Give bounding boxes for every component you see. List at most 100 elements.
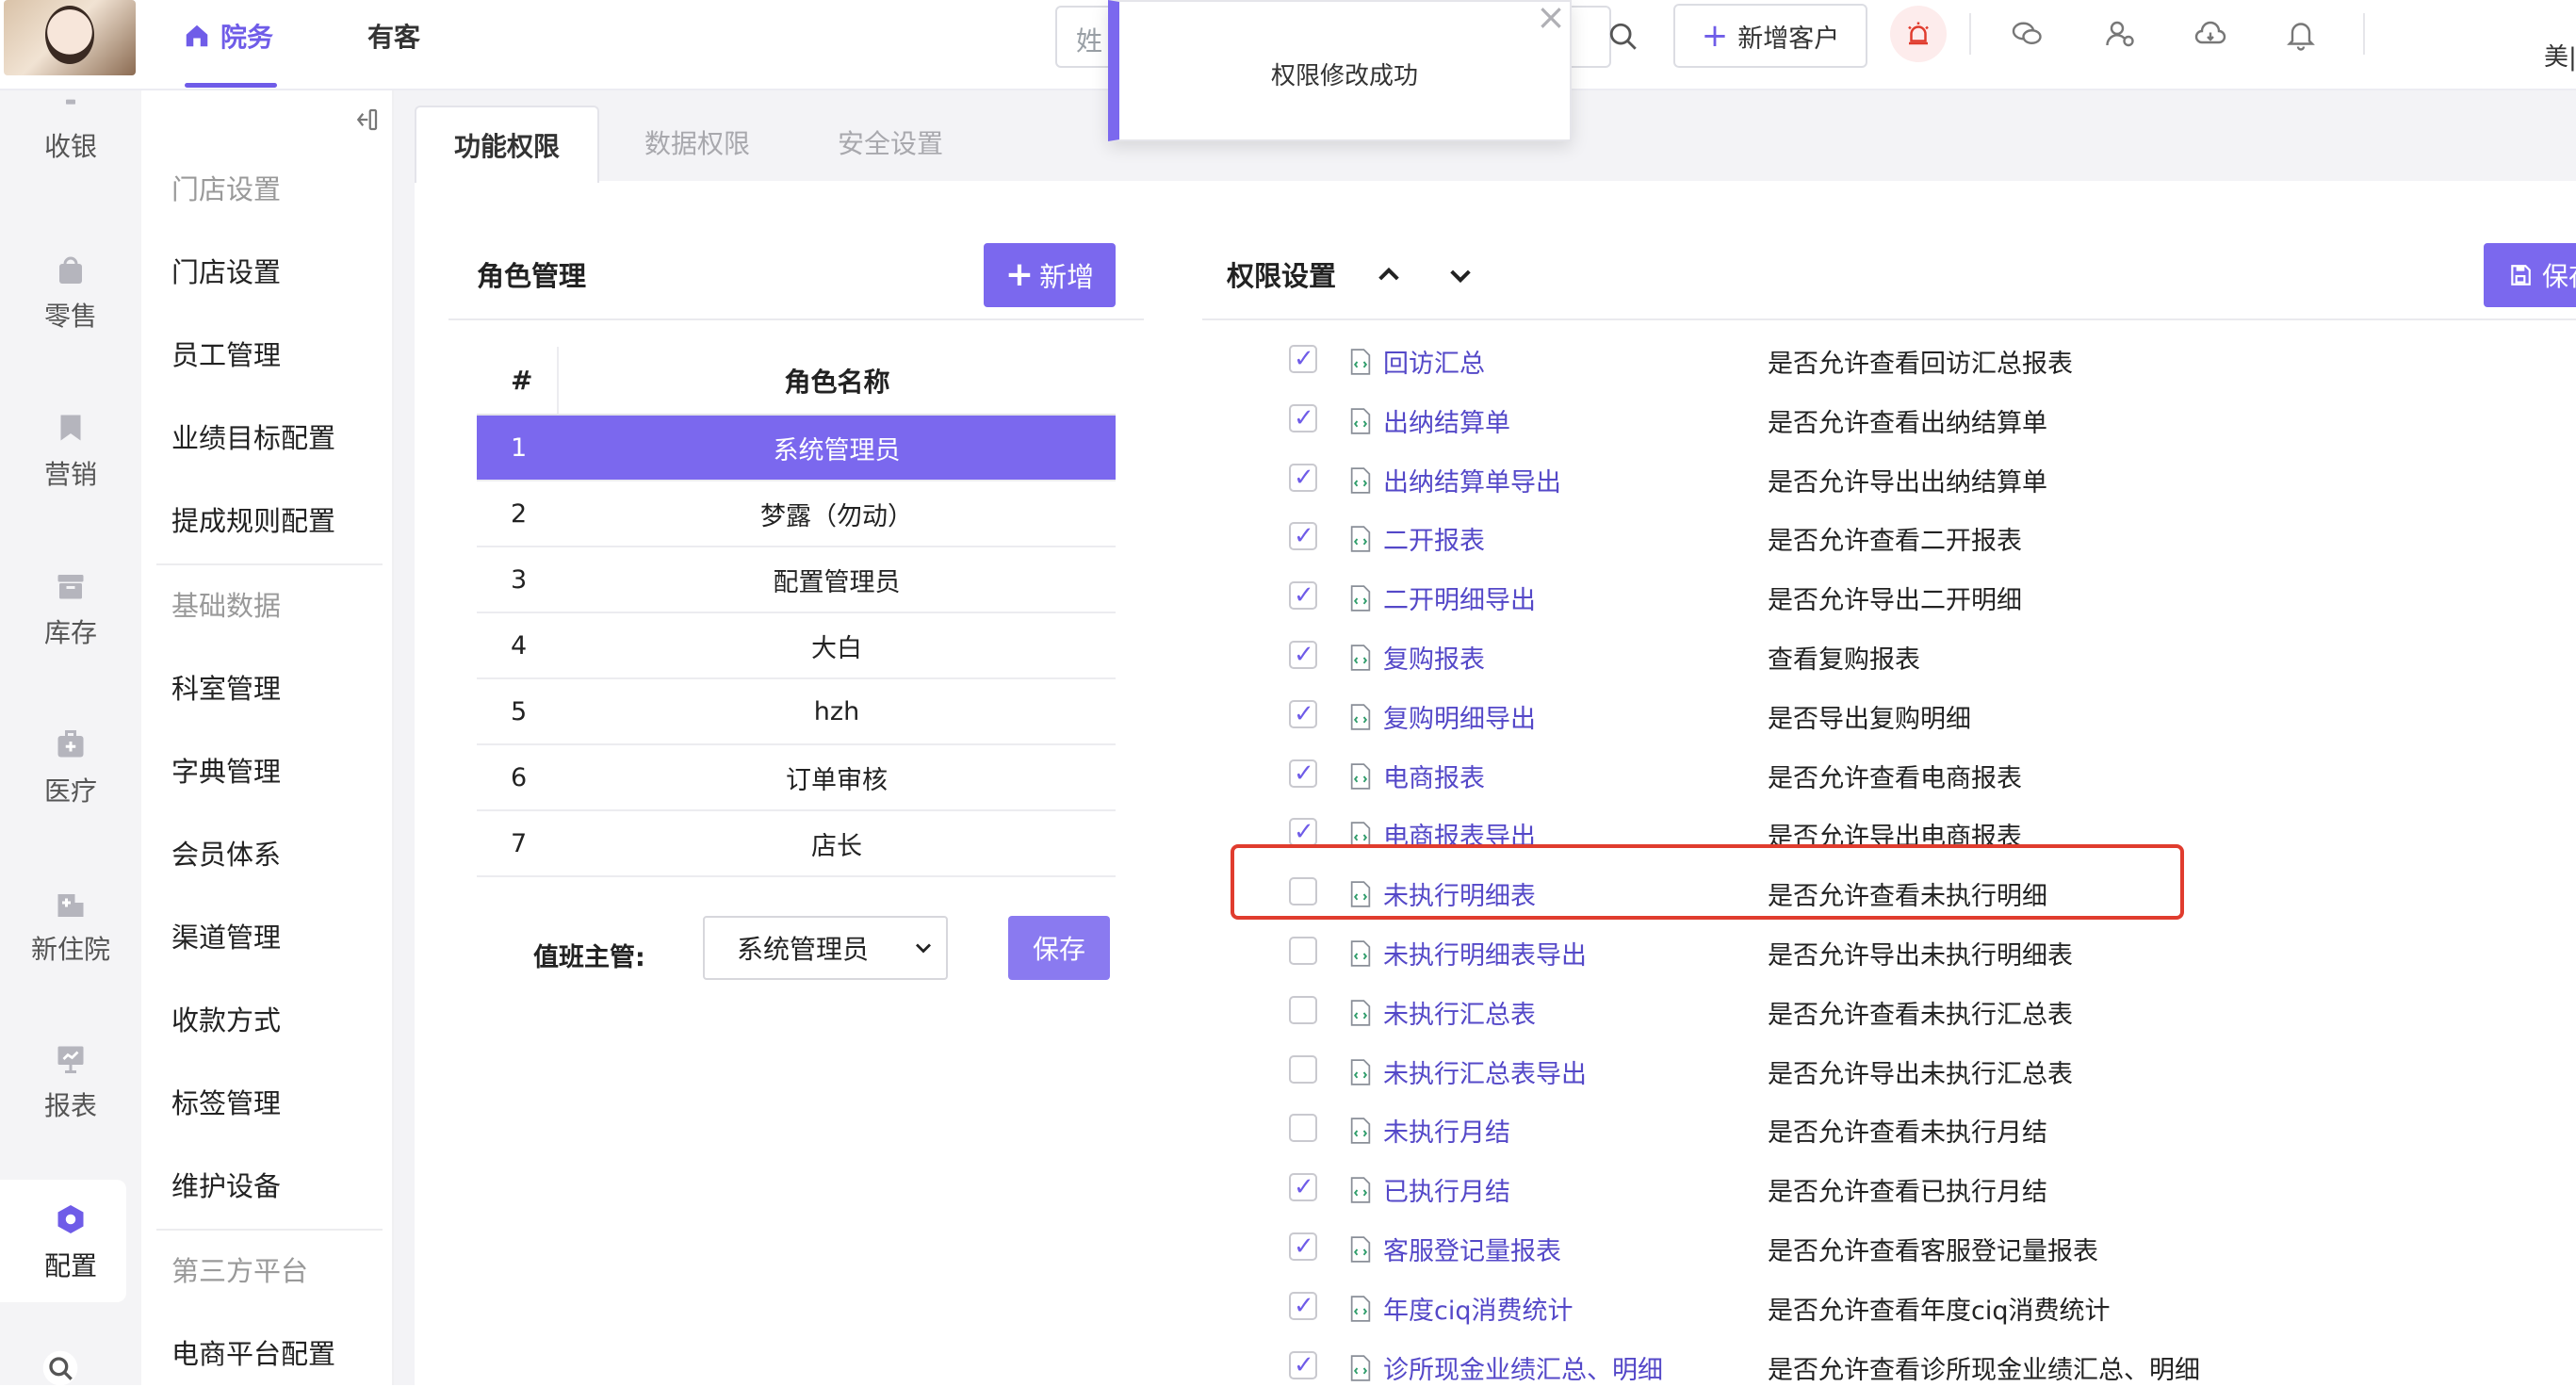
rail-item-config[interactable]: 配置: [0, 1202, 141, 1283]
permission-name[interactable]: 电商报表: [1383, 758, 1485, 794]
permission-checkbox[interactable]: ✓: [1289, 759, 1317, 788]
permission-name[interactable]: 出纳结算单: [1383, 402, 1510, 439]
permission-checkbox[interactable]: ✓: [1289, 403, 1317, 432]
checkmark-icon: ✓: [1294, 641, 1314, 669]
tab-security-settings[interactable]: 安全设置: [791, 104, 989, 181]
add-role-button[interactable]: + 新增: [984, 243, 1116, 307]
submenu-item-staff[interactable]: 员工管理: [171, 334, 281, 373]
rail-item-inventory[interactable]: 库存: [0, 569, 141, 650]
role-row[interactable]: 1 系统管理员: [477, 415, 1116, 481]
permission-checkbox[interactable]: ✓: [1289, 581, 1317, 611]
role-name: 配置管理员: [558, 547, 1116, 613]
permission-checkbox[interactable]: ✓: [1289, 641, 1317, 669]
permission-description: 是否允许导出二开明细: [1768, 586, 2022, 616]
submenu-item-commission[interactable]: 提成规则配置: [171, 499, 335, 539]
permission-name[interactable]: 未执行明细表导出: [1383, 935, 1587, 971]
permission-name[interactable]: 已执行月结: [1383, 1171, 1510, 1208]
permission-checkbox[interactable]: ✓: [1289, 522, 1317, 551]
collapse-sidebar-icon[interactable]: [352, 106, 381, 134]
home-icon: [186, 24, 208, 47]
tab-function-permissions[interactable]: 功能权限: [415, 106, 599, 183]
permission-checkbox[interactable]: ✓: [1289, 1173, 1317, 1202]
submenu-item-devices[interactable]: 维护设备: [171, 1165, 281, 1204]
permission-description: 是否允许导出未执行明细表: [1768, 941, 2073, 971]
submenu-item-departments[interactable]: 科室管理: [171, 667, 281, 707]
submenu-item-ecommerce[interactable]: 电商平台配置: [171, 1332, 335, 1372]
submenu-item-dictionary[interactable]: 字典管理: [171, 750, 281, 790]
checkmark-icon: ✓: [1294, 345, 1314, 373]
plus-icon: +: [1004, 255, 1035, 294]
role-row[interactable]: 4 大白: [477, 612, 1116, 679]
document-icon: [1350, 645, 1371, 671]
chevron-down-icon[interactable]: [1445, 260, 1475, 290]
submenu-item-membership[interactable]: 会员体系: [171, 833, 281, 873]
rail-item-inpatient[interactable]: 新住院: [0, 886, 141, 967]
bookmark-icon: [60, 415, 81, 441]
nav-tab-youke[interactable]: 有客: [367, 17, 420, 55]
rail-item-cashier[interactable]: 收银: [0, 98, 141, 164]
checkmark-icon: ✓: [1294, 1350, 1314, 1379]
permission-save-button[interactable]: 保存: [2484, 243, 2576, 307]
permission-description: 是否允许查看回访汇总报表: [1768, 350, 2073, 379]
role-row[interactable]: 7 店长: [477, 810, 1116, 877]
permission-checkbox[interactable]: [1289, 1114, 1317, 1143]
permission-name[interactable]: 回访汇总: [1383, 343, 1485, 380]
permission-checkbox[interactable]: ✓: [1289, 699, 1317, 728]
submenu-item-channels[interactable]: 渠道管理: [171, 916, 281, 955]
permission-checkbox[interactable]: ✓: [1289, 463, 1317, 492]
permission-checkbox[interactable]: ✓: [1289, 1350, 1317, 1379]
user-settings-icon[interactable]: [2103, 17, 2137, 51]
wechat-icon[interactable]: [2011, 17, 2045, 51]
add-customer-button[interactable]: + 新增客户: [1673, 4, 1867, 68]
permission-checkbox[interactable]: ✓: [1289, 345, 1317, 373]
permission-name[interactable]: 二开明细导出: [1383, 579, 1536, 616]
permission-checkbox[interactable]: [1289, 1054, 1317, 1084]
role-row[interactable]: 3 配置管理员: [477, 547, 1116, 613]
tab-data-permissions[interactable]: 数据权限: [603, 104, 791, 181]
permission-name[interactable]: 诊所现金业绩汇总、明细: [1383, 1349, 1663, 1386]
permission-name[interactable]: 未执行汇总表导出: [1383, 1053, 1587, 1090]
bell-icon[interactable]: [2284, 17, 2318, 51]
document-icon: [1350, 466, 1371, 494]
rail-item-reports[interactable]: 报表: [0, 1042, 141, 1123]
role-row[interactable]: 2 梦露（勿动）: [477, 481, 1116, 547]
permission-checkbox[interactable]: ✓: [1289, 1291, 1317, 1320]
permission-checkbox[interactable]: ✓: [1289, 818, 1317, 847]
permission-checkbox[interactable]: ✓: [1289, 1232, 1317, 1261]
permission-name[interactable]: 复购明细导出: [1383, 698, 1536, 735]
plus-icon: +: [1701, 17, 1729, 55]
permission-name[interactable]: 出纳结算单导出: [1383, 462, 1561, 498]
user-avatar[interactable]: [4, 0, 136, 75]
user-name[interactable]: 美|: [2544, 38, 2576, 73]
permission-name[interactable]: 客服登记量报表: [1383, 1231, 1561, 1267]
permission-name[interactable]: 复购报表: [1383, 639, 1485, 676]
chevron-up-icon[interactable]: [1374, 260, 1404, 290]
permission-checkbox[interactable]: [1289, 995, 1317, 1024]
search-icon[interactable]: [41, 1349, 79, 1387]
permission-name[interactable]: 未执行月结: [1383, 1112, 1510, 1149]
submenu-item-payment[interactable]: 收款方式: [171, 999, 281, 1038]
hospital-icon: [57, 894, 84, 917]
alarm-button[interactable]: [1890, 6, 1947, 62]
submenu-item-store-settings[interactable]: 门店设置: [171, 251, 281, 290]
cashier-icon: [66, 99, 75, 105]
search-icon[interactable]: [1607, 21, 1639, 53]
nav-tab-yuanwu[interactable]: 院务: [183, 17, 273, 55]
active-tab-indicator: [185, 83, 277, 88]
rail-item-marketing[interactable]: 营销: [0, 411, 141, 492]
permission-name[interactable]: 未执行汇总表: [1383, 994, 1536, 1031]
save-icon: [2511, 265, 2531, 286]
submenu-item-targets[interactable]: 业绩目标配置: [171, 416, 335, 456]
role-row[interactable]: 5 hzh: [477, 678, 1116, 745]
close-icon[interactable]: ×: [1536, 0, 1566, 38]
submenu-item-tags[interactable]: 标签管理: [171, 1082, 281, 1121]
rail-item-retail[interactable]: 零售: [0, 253, 141, 334]
rail-item-medical[interactable]: 医疗: [0, 727, 141, 808]
duty-manager-select[interactable]: 系统管理员: [703, 916, 948, 980]
permission-name[interactable]: 二开报表: [1383, 520, 1485, 557]
permission-name[interactable]: 年度ciq消费统计: [1383, 1290, 1573, 1327]
cloud-icon[interactable]: [2193, 17, 2227, 51]
role-row[interactable]: 6 订单审核: [477, 744, 1116, 811]
duty-save-button[interactable]: 保存: [1008, 916, 1110, 980]
permission-checkbox[interactable]: [1289, 937, 1317, 965]
